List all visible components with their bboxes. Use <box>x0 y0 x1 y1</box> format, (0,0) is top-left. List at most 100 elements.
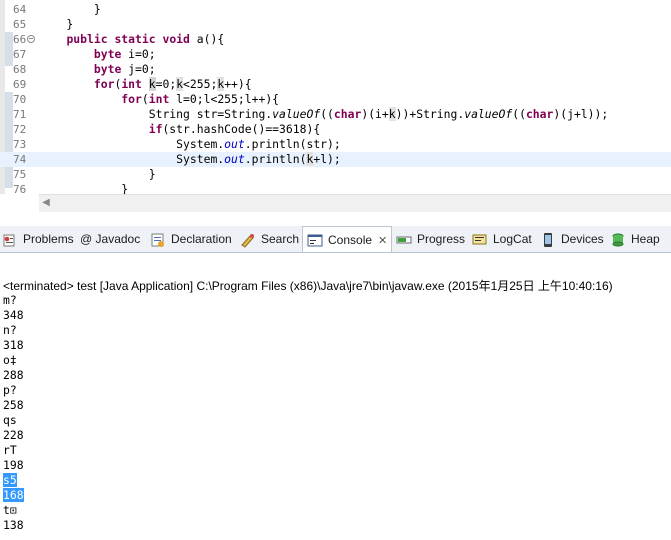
editor-horizontal-scrollbar[interactable]: ◀ <box>39 194 671 212</box>
line-number: 74 <box>13 153 27 166</box>
line-number: 75 <box>13 168 27 181</box>
console-icon <box>307 232 323 248</box>
console-output-text: 198 <box>3 458 24 472</box>
console-output-line[interactable]: s5 <box>3 473 24 488</box>
line-number: 76 <box>13 183 27 194</box>
console-output-line[interactable]: t⊡ <box>3 503 24 518</box>
console-terminated-label: <terminated> test [Java Application] C:\… <box>3 279 613 293</box>
code-text[interactable]: } <box>39 182 128 194</box>
code-text[interactable]: } <box>39 167 156 182</box>
search-icon <box>240 231 256 248</box>
tab-progress[interactable]: Progress <box>396 226 465 252</box>
tab-label: Problems <box>23 232 74 246</box>
tab-javadoc[interactable]: @ Javadoc <box>80 226 140 252</box>
line-number: 69 <box>13 78 27 91</box>
console-output-text: n? <box>3 323 17 337</box>
tab-label: Devices <box>561 232 604 246</box>
line-number: 67 <box>13 48 27 61</box>
console-view[interactable]: <terminated> test [Java Application] C:\… <box>0 253 671 540</box>
code-line[interactable]: 71 String str=String.valueOf((char)(i+k)… <box>0 107 671 122</box>
code-editor[interactable]: 64 } 65 } 66− public static void a(){67 by… <box>0 0 671 194</box>
heap-icon <box>610 231 626 247</box>
console-output-line[interactable]: p? <box>3 383 24 398</box>
tab-label: Declaration <box>171 232 232 246</box>
console-output-line[interactable]: 228 <box>3 428 24 443</box>
code-line[interactable]: 72 if(str.hashCode()==3618){ <box>0 122 671 137</box>
console-output-text: o‡ <box>3 353 17 367</box>
code-line[interactable]: 66− public static void a(){ <box>0 32 671 47</box>
tab-heap[interactable]: Heap <box>610 226 660 252</box>
code-line[interactable]: 74 System.out.println(k+l); <box>0 152 671 167</box>
tab-declaration[interactable]: Declaration <box>150 226 232 252</box>
console-output-line[interactable]: 348 <box>3 308 24 323</box>
line-number: 68 <box>13 63 27 76</box>
close-icon[interactable]: ✕ <box>378 228 387 254</box>
code-text[interactable]: } <box>39 17 73 32</box>
tab-label: Heap <box>631 232 660 246</box>
line-number: 65 <box>13 18 27 31</box>
console-output-line[interactable]: 318 <box>3 338 24 353</box>
code-text[interactable]: } <box>39 2 101 17</box>
tab-label: Console <box>328 233 373 247</box>
code-line[interactable]: 68 byte j=0; <box>0 62 671 77</box>
tab-search[interactable]: Search <box>240 226 299 252</box>
code-line[interactable]: 76 } <box>0 182 671 194</box>
code-text[interactable]: System.out.println(str); <box>39 137 341 152</box>
console-output-line[interactable]: n? <box>3 323 24 338</box>
code-text[interactable]: System.out.println(k+l); <box>39 152 341 167</box>
code-text[interactable]: byte j=0; <box>39 62 156 77</box>
code-text[interactable]: public static void a(){ <box>39 32 224 47</box>
fold-toggle-icon[interactable]: − <box>27 35 35 43</box>
console-output-text: 318 <box>3 338 24 352</box>
line-number: 71 <box>13 108 27 121</box>
code-text[interactable]: for(int l=0;l<255;l++){ <box>39 92 279 107</box>
code-line[interactable]: 70 for(int l=0;l<255;l++){ <box>0 92 671 107</box>
code-text[interactable]: if(str.hashCode()==3618){ <box>39 122 320 137</box>
console-output-text: 228 <box>3 428 24 442</box>
code-text[interactable]: String str=String.valueOf((char)(i+k))+S… <box>39 107 608 122</box>
line-number: 70 <box>13 93 27 106</box>
code-line[interactable]: 65 } <box>0 17 671 32</box>
tab-devices[interactable]: Devices <box>540 226 604 252</box>
view-tab-strip: Problems @ Javadoc Declaration Search Consol… <box>0 226 671 253</box>
console-output-text: t⊡ <box>3 503 17 517</box>
tab-label: @ Javadoc <box>80 232 141 246</box>
line-number: 72 <box>13 123 27 136</box>
tab-console[interactable]: Console ✕ <box>302 226 393 254</box>
code-text[interactable]: for(int k=0;k<255;k++){ <box>39 77 252 92</box>
console-output-text: 348 <box>3 308 24 322</box>
console-output-text: p? <box>3 383 17 397</box>
tab-label: Progress <box>417 232 466 246</box>
console-output-line[interactable]: o‡ <box>3 353 24 368</box>
scroll-left-arrow-icon[interactable]: ◀ <box>39 196 53 210</box>
code-lines[interactable]: 64 } 65 } 66− public static void a(){67 by… <box>0 2 671 194</box>
console-output-line[interactable]: 288 <box>3 368 24 383</box>
tab-problems[interactable]: Problems <box>2 226 74 252</box>
console-output[interactable]: m? 348 n? 318 o‡ 288 p? 258 qs 228 rT 198 s5 168 t⊡ 138 <box>3 293 24 533</box>
console-output-text: 138 <box>3 518 24 532</box>
console-output-text: 168 <box>3 488 24 502</box>
line-number: 73 <box>13 138 27 151</box>
console-output-line[interactable]: 258 <box>3 398 24 413</box>
tab-label: LogCat <box>493 232 532 246</box>
line-number: 64 <box>13 3 27 16</box>
code-line[interactable]: 64 } <box>0 2 671 17</box>
code-text[interactable]: byte i=0; <box>39 47 156 62</box>
console-output-line[interactable]: m? <box>3 293 24 308</box>
tab-logcat[interactable]: LogCat <box>472 226 532 252</box>
console-output-line[interactable]: 198 <box>3 458 24 473</box>
console-output-line[interactable]: 168 <box>3 488 24 503</box>
console-output-text: 258 <box>3 398 24 412</box>
code-line[interactable]: 67 byte i=0; <box>0 47 671 62</box>
devices-icon <box>540 231 556 247</box>
console-output-line[interactable]: rT <box>3 443 24 458</box>
console-output-line[interactable]: qs <box>3 413 24 428</box>
declaration-icon <box>150 231 166 247</box>
line-number: 66 <box>13 33 27 46</box>
logcat-icon <box>472 231 488 247</box>
code-line[interactable]: 69 for(int k=0;k<255;k++){ <box>0 77 671 92</box>
console-output-text: m? <box>3 293 17 307</box>
console-output-line[interactable]: 138 <box>3 518 24 533</box>
code-line[interactable]: 75 } <box>0 167 671 182</box>
code-line[interactable]: 73 System.out.println(str); <box>0 137 671 152</box>
